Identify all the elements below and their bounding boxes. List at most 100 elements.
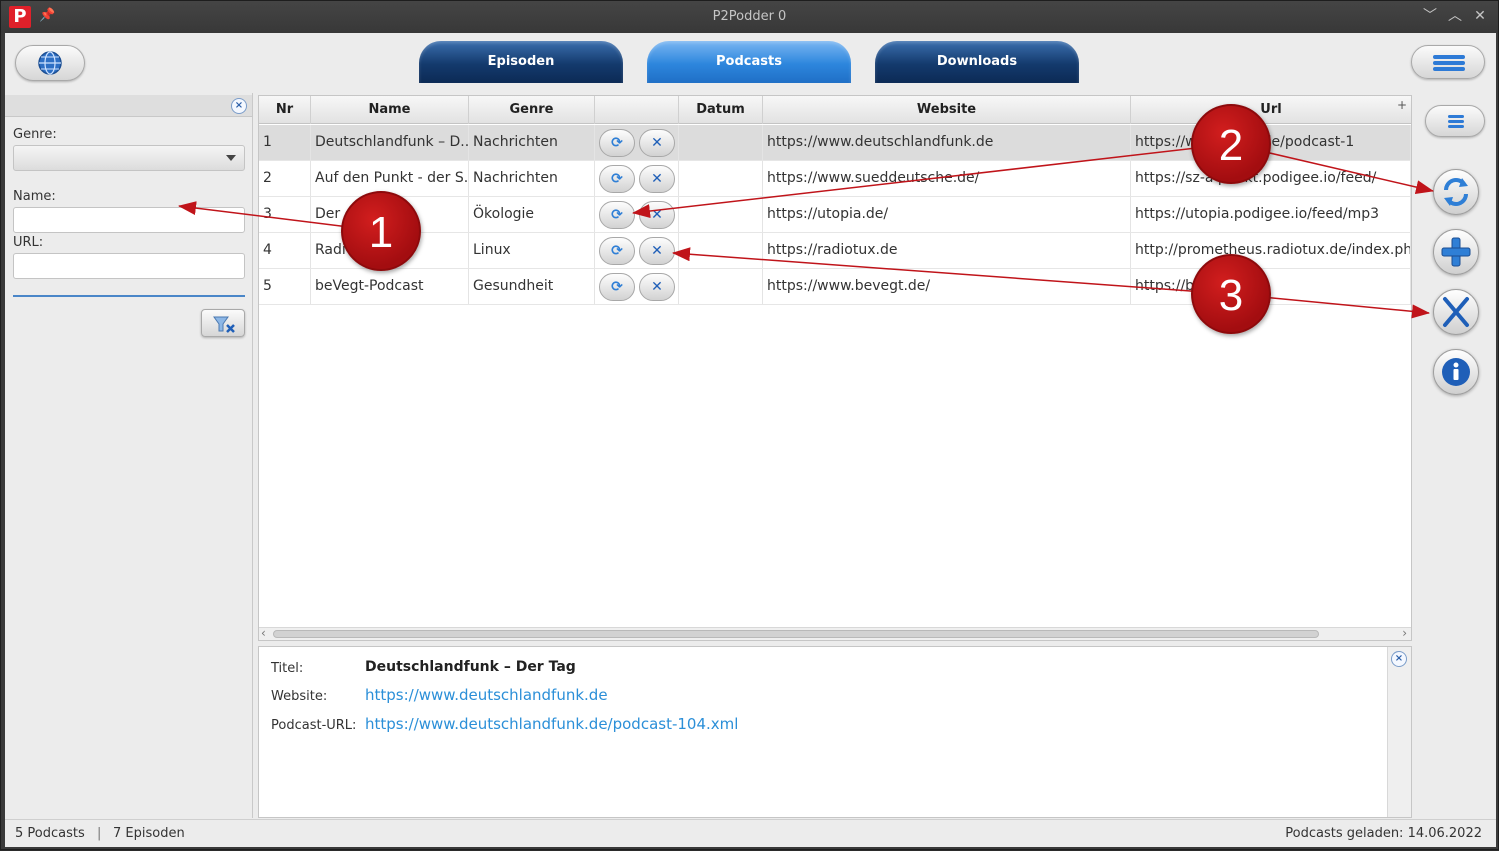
cell-nr: 2 bbox=[259, 161, 311, 196]
details-website-label: Website: bbox=[271, 689, 328, 704]
column-header-website[interactable]: Website bbox=[763, 96, 1131, 124]
column-header-genre[interactable]: Genre bbox=[469, 96, 595, 124]
url-label: URL: bbox=[13, 235, 44, 250]
row-refresh-button[interactable]: ⟳ bbox=[599, 237, 635, 265]
globe-button[interactable] bbox=[15, 45, 85, 81]
menu-button[interactable] bbox=[1411, 45, 1485, 79]
column-header-name[interactable]: Name bbox=[311, 96, 469, 124]
refresh-icon bbox=[1444, 178, 1468, 206]
close-filter-panel-icon[interactable]: × bbox=[231, 98, 247, 114]
cell-genre: Ökologie bbox=[469, 197, 595, 232]
cell-url: https://sz-a punkt.podigee.io/feed/ bbox=[1131, 161, 1411, 196]
details-url-label: Podcast-URL: bbox=[271, 718, 357, 733]
scroll-right-icon[interactable]: › bbox=[1402, 626, 1407, 640]
info-button[interactable] bbox=[1433, 349, 1479, 395]
column-header-nr[interactable]: Nr bbox=[259, 96, 311, 124]
title-bar: P 📌 P2Podder 0 ﹀ ︿ ✕ bbox=[1, 1, 1498, 33]
table-row[interactable]: 3Der cast –...Ökologie⟳✕https://utopia.d… bbox=[259, 197, 1411, 233]
url-input[interactable] bbox=[13, 253, 245, 279]
row-refresh-button[interactable]: ⟳ bbox=[599, 273, 635, 301]
episode-count: 7 Episoden bbox=[113, 826, 185, 841]
row-delete-button[interactable]: ✕ bbox=[639, 273, 675, 301]
cell-url: https://utopia.podigee.io/feed/mp3 bbox=[1131, 197, 1411, 232]
tab-downloads[interactable]: Downloads bbox=[875, 41, 1079, 83]
main-area: Episoden Podcasts Downloads × Genre: Nam… bbox=[5, 33, 1496, 847]
cell-website: https://www.sueddeutsche.de/ bbox=[763, 161, 1131, 196]
tab-podcasts[interactable]: Podcasts bbox=[647, 41, 851, 83]
close-details-icon[interactable]: × bbox=[1391, 651, 1407, 667]
cell-datum bbox=[679, 233, 763, 268]
window-title: P2Podder 0 bbox=[712, 9, 787, 24]
row-delete-button[interactable]: ✕ bbox=[639, 165, 675, 193]
callout-2: 2 bbox=[1191, 104, 1271, 184]
cell-website: https://www.bevegt.de/ bbox=[763, 269, 1131, 304]
cell-genre: Nachrichten bbox=[469, 125, 595, 160]
callout-3: 3 bbox=[1191, 254, 1271, 334]
scrollbar-thumb[interactable] bbox=[273, 630, 1319, 638]
cell-name: Auf den Punkt - der S... bbox=[311, 161, 469, 196]
plus-icon bbox=[1441, 237, 1471, 267]
name-label: Name: bbox=[13, 189, 56, 204]
genre-select[interactable] bbox=[13, 145, 245, 171]
close-button[interactable]: ✕ bbox=[1471, 7, 1489, 25]
cell-genre: Gesundheit bbox=[469, 269, 595, 304]
scroll-left-icon[interactable]: ‹ bbox=[261, 626, 266, 640]
delete-podcast-button[interactable] bbox=[1433, 289, 1479, 335]
list-view-button[interactable] bbox=[1425, 105, 1485, 137]
action-bar bbox=[1415, 93, 1496, 818]
cell-website: https://utopia.de/ bbox=[763, 197, 1131, 232]
info-icon bbox=[1442, 358, 1470, 386]
cell-datum bbox=[679, 125, 763, 160]
genre-label: Genre: bbox=[13, 127, 57, 142]
chevron-down-icon bbox=[226, 155, 236, 161]
podcasts-loaded-status: Podcasts geladen: 14.06.2022 bbox=[1285, 826, 1482, 841]
menu-icon bbox=[1433, 55, 1465, 71]
cell-actions: ⟳ ✕ bbox=[595, 161, 679, 196]
podcast-count: 5 Podcasts bbox=[15, 826, 85, 841]
maximize-button[interactable]: ︿ bbox=[1446, 7, 1464, 25]
clear-filter-button[interactable] bbox=[201, 309, 245, 337]
details-panel: Titel: Deutschlandfunk – Der Tag Website… bbox=[258, 646, 1412, 818]
cell-website: https://radiotux.de bbox=[763, 233, 1131, 268]
name-input[interactable] bbox=[13, 207, 245, 233]
cell-name: Deutschlandfunk – D... bbox=[311, 125, 469, 160]
column-header-url[interactable]: Url bbox=[1131, 96, 1411, 124]
column-header-actions[interactable] bbox=[595, 96, 679, 124]
globe-icon bbox=[38, 51, 62, 75]
cell-name: beVegt-Podcast bbox=[311, 269, 469, 304]
list-icon bbox=[1448, 115, 1464, 128]
cell-actions: ⟳ ✕ bbox=[595, 125, 679, 160]
minimize-button[interactable]: ﹀ bbox=[1421, 7, 1439, 25]
row-refresh-button[interactable]: ⟳ bbox=[599, 129, 635, 157]
cell-actions: ⟳ ✕ bbox=[595, 233, 679, 268]
row-delete-button[interactable]: ✕ bbox=[639, 201, 675, 229]
cell-genre: Nachrichten bbox=[469, 161, 595, 196]
refresh-all-button[interactable] bbox=[1433, 169, 1479, 215]
row-delete-button[interactable]: ✕ bbox=[639, 129, 675, 157]
status-separator: | bbox=[97, 826, 102, 841]
cell-actions: ⟳ ✕ bbox=[595, 197, 679, 232]
filter-clear-icon bbox=[213, 316, 235, 333]
column-header-datum[interactable]: Datum bbox=[679, 96, 763, 124]
cell-url: https://be com/rss bbox=[1131, 269, 1411, 304]
status-bar: 5 Podcasts | 7 Episoden Podcasts geladen… bbox=[5, 819, 1496, 847]
cell-datum bbox=[679, 269, 763, 304]
row-refresh-button[interactable]: ⟳ bbox=[599, 201, 635, 229]
cell-url: http://prometheus.radiotux.de/index.php?… bbox=[1131, 233, 1411, 268]
horizontal-scrollbar[interactable]: ‹ › bbox=[259, 626, 1411, 640]
row-refresh-button[interactable]: ⟳ bbox=[599, 165, 635, 193]
cell-website: https://www.deutschlandfunk.de bbox=[763, 125, 1131, 160]
column-chooser-icon[interactable]: + bbox=[1397, 98, 1407, 112]
details-website-link[interactable]: https://www.deutschlandfunk.de bbox=[365, 686, 608, 704]
details-scrollbar[interactable] bbox=[1387, 647, 1411, 817]
details-url-link[interactable]: https://www.deutschlandfunk.de/podcast-1… bbox=[365, 715, 738, 733]
cell-datum bbox=[679, 197, 763, 232]
cell-nr: 3 bbox=[259, 197, 311, 232]
cell-genre: Linux bbox=[469, 233, 595, 268]
cell-url: https://w andfunk.de/podcast-1 bbox=[1131, 125, 1411, 160]
row-delete-button[interactable]: ✕ bbox=[639, 237, 675, 265]
add-podcast-button[interactable] bbox=[1433, 229, 1479, 275]
tab-episoden[interactable]: Episoden bbox=[419, 41, 623, 83]
details-title-value: Deutschlandfunk – Der Tag bbox=[365, 659, 576, 675]
top-toolbar: Episoden Podcasts Downloads bbox=[5, 33, 1496, 93]
